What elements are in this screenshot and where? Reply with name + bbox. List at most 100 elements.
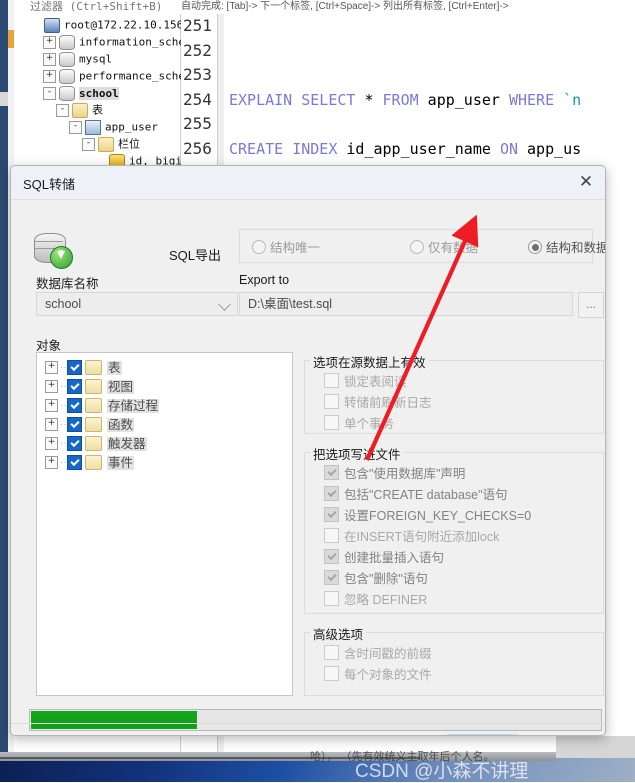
checkbox-icon[interactable] <box>324 666 339 681</box>
export-mode-radio-2[interactable]: 结构和数据 <box>528 237 605 256</box>
tree-expander[interactable]: - <box>69 120 82 134</box>
file-option-5[interactable]: 包含"删除"语句 <box>324 568 428 587</box>
object-checkbox[interactable] <box>67 398 82 414</box>
tree-item-2[interactable]: + mysql <box>28 50 194 67</box>
object-checkbox[interactable] <box>67 455 82 471</box>
close-icon[interactable]: ✕ <box>573 170 599 194</box>
line-number: 252 <box>183 40 212 60</box>
checkbox-icon[interactable] <box>324 645 339 660</box>
checkbox-icon[interactable] <box>324 486 339 501</box>
file-option-3[interactable]: 在INSERT语句附近添加lock <box>324 526 499 545</box>
window-scroll-mark <box>0 92 8 106</box>
object-row-1[interactable]: + ·· 视图 <box>37 377 292 395</box>
folder-icon <box>85 455 102 471</box>
checkbox-icon[interactable] <box>324 373 339 388</box>
checkbox-label: 转储前刷新日志 <box>344 396 432 410</box>
file-option-4[interactable]: 创建批量插入语句 <box>324 547 444 566</box>
advanced-option-1[interactable]: 每个对象的文件 <box>324 664 432 683</box>
object-checkbox[interactable] <box>67 417 82 433</box>
object-expander[interactable]: + <box>45 380 58 394</box>
tree-connector: ·· <box>60 418 67 430</box>
object-row-2[interactable]: + ·· 存储过程 <box>37 396 292 414</box>
export-mode-radio-0[interactable]: 结构唯一 <box>252 237 320 256</box>
tree-expander[interactable]: - <box>82 137 95 151</box>
object-checkbox[interactable] <box>67 436 82 452</box>
source-option-0[interactable]: 锁定表阅读 <box>324 371 407 390</box>
advanced-option-0[interactable]: 含时间戳的前缀 <box>324 643 432 662</box>
tree-item-5[interactable]: -表 <box>28 101 194 118</box>
radio-icon[interactable] <box>528 240 542 254</box>
export-path-input[interactable]: D:\桌面\test.sql <box>239 292 573 316</box>
tree-item-1[interactable]: + information_schema <box>28 33 198 50</box>
object-row-5[interactable]: + ·· 事件 <box>37 453 292 471</box>
export-to-label: Export to <box>239 273 290 287</box>
checkbox-icon[interactable] <box>324 528 339 543</box>
file-option-6[interactable]: 忽略 DEFINER <box>324 589 427 608</box>
checkbox-icon[interactable] <box>324 394 339 409</box>
file-option-1[interactable]: 包括"CREATE database"语句 <box>324 484 508 503</box>
checkbox-label: 在INSERT语句附近添加lock <box>344 530 500 544</box>
stop-button[interactable]: 停止 <box>446 735 518 736</box>
folder-icon <box>85 436 102 452</box>
object-expander[interactable]: + <box>45 437 58 451</box>
checkbox-icon[interactable] <box>324 465 339 480</box>
checkbox-label: 含时间戳的前缀 <box>344 647 432 661</box>
window-left-edge <box>0 0 8 752</box>
object-expander[interactable]: + <box>45 418 58 432</box>
source-option-2[interactable]: 单个事务 <box>324 413 394 432</box>
object-label: 事件 <box>107 455 135 470</box>
dialog-title-bar[interactable]: SQL转储 ✕ <box>11 166 605 200</box>
checkbox-icon[interactable] <box>324 570 339 585</box>
tree-item-list[interactable]: root@172.22.10.156 + information_schema + my… <box>28 16 198 169</box>
object-expander[interactable]: + <box>45 456 58 470</box>
object-expander[interactable]: + <box>45 399 58 413</box>
tree-expander[interactable]: + <box>43 35 56 49</box>
source-option-1[interactable]: 转储前刷新日志 <box>324 392 432 411</box>
checkbox-icon[interactable] <box>324 507 339 522</box>
object-row-0[interactable]: + ·· 表 <box>37 358 292 376</box>
tree-item-6[interactable]: - app_user <box>28 118 194 135</box>
tree-connector: ·· <box>60 399 67 411</box>
source-options-title: 选项在源数据上有效 <box>310 352 429 371</box>
line-number: 256 <box>183 138 212 158</box>
export-mode-radio-1[interactable]: 仅有数据 <box>410 237 478 256</box>
browse-button[interactable]: ... <box>578 292 604 318</box>
tree-expander[interactable]: + <box>43 52 56 66</box>
line-number: 255 <box>183 114 212 133</box>
radio-icon[interactable] <box>410 240 424 254</box>
checkbox-icon[interactable] <box>324 415 339 430</box>
database-icon <box>59 34 75 50</box>
radio-icon[interactable] <box>252 240 266 254</box>
tree-item-3[interactable]: + performance_schema <box>28 67 198 84</box>
checkbox-icon[interactable] <box>324 549 339 564</box>
sql-export-label: SQL导出 <box>169 248 222 263</box>
checkbox-icon[interactable] <box>324 591 339 606</box>
tree-item-4[interactable]: - school <box>28 84 194 101</box>
objects-tree[interactable]: + ·· 表 + ·· 视图 + ·· 存储过程 + ·· 函数 + ·· 触发器 + ·· 事件 <box>36 352 293 696</box>
object-checkbox[interactable] <box>67 379 82 395</box>
export-mode-group[interactable]: 结构唯一 仅有数据 结构和数据 <box>239 229 605 263</box>
object-row-3[interactable]: + ·· 函数 <box>37 415 292 433</box>
tree-expander[interactable]: - <box>43 86 56 100</box>
tree-expander[interactable]: - <box>56 103 69 117</box>
sql-dump-dialog[interactable]: SQL转储 ✕ SQL导出 结构唯一 仅有数据 结构和数据 数据库名称 school… <box>10 165 606 736</box>
tree-item-label: root@172.22.10.156 <box>64 18 184 32</box>
tree-item-0[interactable]: root@172.22.10.156 <box>28 16 194 33</box>
close-button[interactable]: 关闭 <box>528 735 602 736</box>
tree-item-7[interactable]: - 栏位 <box>28 135 194 152</box>
folder-icon <box>85 398 102 414</box>
object-row-4[interactable]: + ·· 触发器 <box>37 434 292 452</box>
object-checkbox[interactable] <box>67 360 82 376</box>
tree-expander[interactable]: + <box>43 69 56 83</box>
file-option-2[interactable]: 设置FOREIGN_KEY_CHECKS=0 <box>324 505 531 524</box>
code-line: EXPLAIN SELECT * FROM app_user WHERE `n <box>229 90 582 109</box>
advanced-options-title: 高级选项 <box>310 624 367 643</box>
database-select[interactable]: school <box>36 292 238 316</box>
file-option-0[interactable]: 包含"使用数据库"声明 <box>324 463 465 482</box>
tree-filter-input[interactable]: 过滤器 (Ctrl+Shift+B) <box>30 0 192 14</box>
export-mode-label: 结构唯一 <box>270 241 321 255</box>
object-expander[interactable]: + <box>45 361 58 375</box>
